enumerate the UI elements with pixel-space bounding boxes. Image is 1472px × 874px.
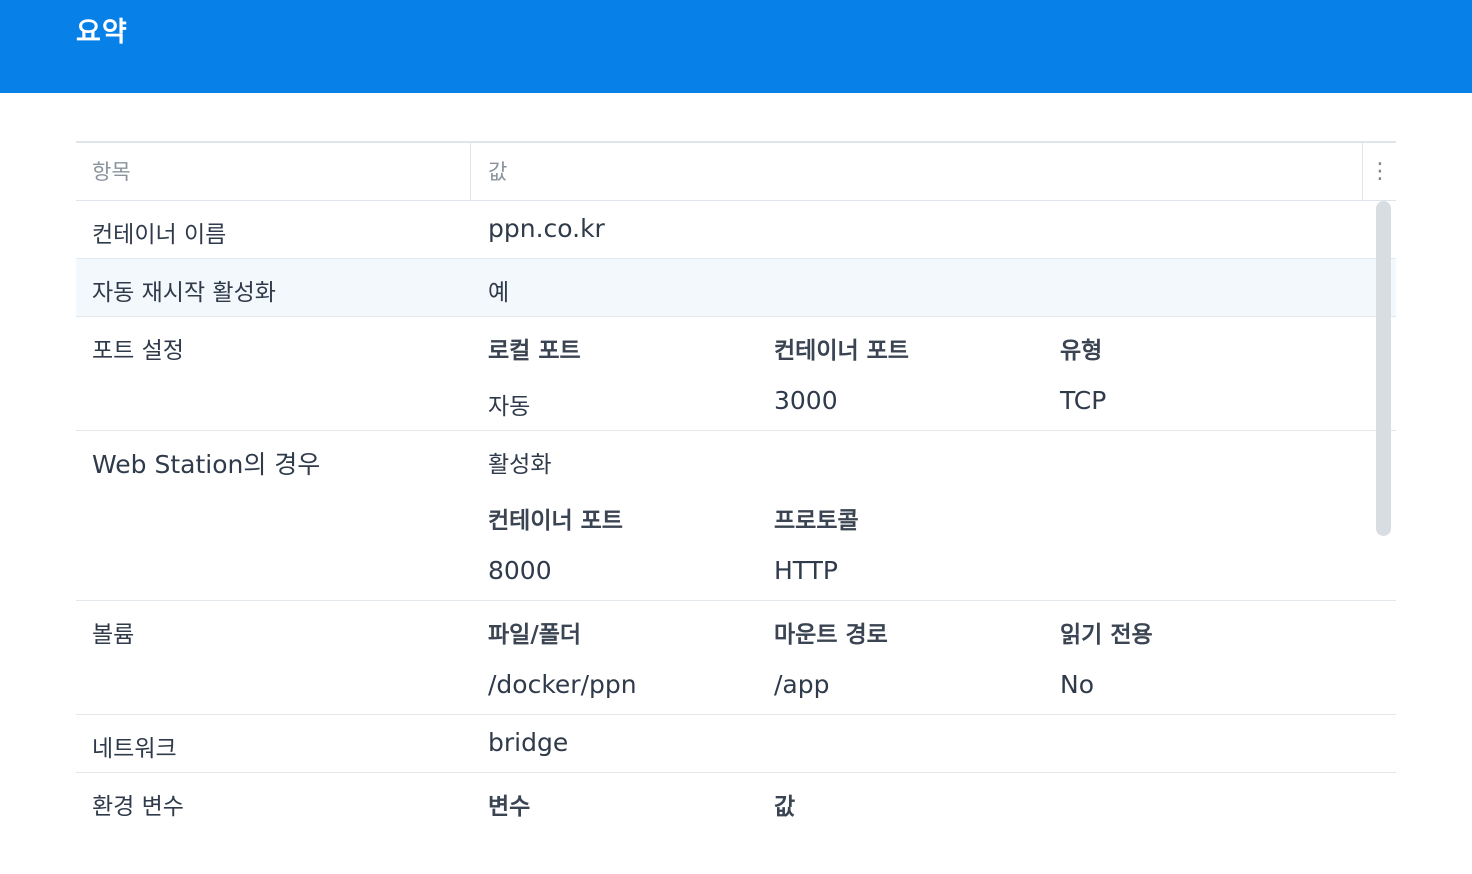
- row-auto-restart: 자동 재시작 활성화 예: [76, 259, 1396, 317]
- column-header-value[interactable]: 값: [488, 143, 507, 201]
- column-divider[interactable]: [470, 143, 471, 201]
- scrollbar[interactable]: [1376, 201, 1391, 536]
- web-station-header-protocol: 프로토콜: [774, 508, 859, 534]
- row-label: Web Station의 경우: [92, 450, 321, 479]
- column-menu-icon[interactable]: ⋮: [1368, 159, 1392, 185]
- port-header-container: 컨테이너 포트: [774, 338, 909, 364]
- row-label: 볼륨: [92, 622, 135, 648]
- network-value: bridge: [488, 728, 569, 757]
- volume-header-folder: 파일/폴더: [488, 622, 582, 648]
- volume-header-mount: 마운트 경로: [774, 622, 888, 648]
- port-header-local: 로컬 포트: [488, 338, 581, 364]
- row-label: 네트워크: [92, 736, 177, 762]
- row-label: 환경 변수: [92, 794, 184, 820]
- port-type-value: TCP: [1060, 386, 1107, 415]
- volume-mount-value: /app: [774, 670, 830, 699]
- row-env: 환경 변수 변수 값: [76, 773, 1396, 847]
- row-label: 컨테이너 이름: [92, 222, 227, 248]
- port-local-value: 자동: [488, 394, 531, 420]
- web-station-protocol-value: HTTP: [774, 556, 838, 585]
- row-volume: 볼륨 파일/폴더 마운트 경로 읽기 전용 /docker/ppn /app N…: [76, 601, 1396, 715]
- web-station-status: 활성화: [488, 452, 552, 478]
- grid-header: 항목 값 ⋮: [76, 143, 1396, 201]
- row-label: 포트 설정: [92, 338, 184, 364]
- volume-folder-value: /docker/ppn: [488, 670, 637, 699]
- column-divider[interactable]: [1362, 143, 1363, 201]
- row-port-settings: 포트 설정 로컬 포트 컨테이너 포트 유형 자동 3000 TCP: [76, 317, 1396, 431]
- web-station-port-value: 8000: [488, 556, 552, 585]
- container-name-value: ppn.co.kr: [488, 214, 605, 243]
- volume-header-readonly: 읽기 전용: [1060, 622, 1153, 648]
- web-station-header-port: 컨테이너 포트: [488, 508, 623, 534]
- row-network: 네트워크 bridge: [76, 715, 1396, 773]
- auto-restart-value: 예: [488, 280, 510, 306]
- row-web-station: Web Station의 경우 활성화 컨테이너 포트 프로토콜 8000 HT…: [76, 431, 1396, 601]
- row-label: 자동 재시작 활성화: [92, 280, 276, 306]
- summary-header: 요약: [0, 0, 1472, 93]
- page-title: 요약: [76, 17, 128, 48]
- row-container-name: 컨테이너 이름 ppn.co.kr: [76, 201, 1396, 259]
- volume-readonly-value: No: [1060, 670, 1094, 699]
- port-header-type: 유형: [1060, 338, 1103, 364]
- column-header-item[interactable]: 항목: [92, 143, 131, 201]
- env-header-value: 값: [774, 794, 796, 820]
- env-header-variable: 변수: [488, 794, 531, 820]
- summary-grid: 항목 값 ⋮ 컨테이너 이름 ppn.co.kr 자동 재시작 활성화 예 포트…: [76, 141, 1396, 847]
- port-container-value: 3000: [774, 386, 838, 415]
- content-clip: [76, 848, 1396, 874]
